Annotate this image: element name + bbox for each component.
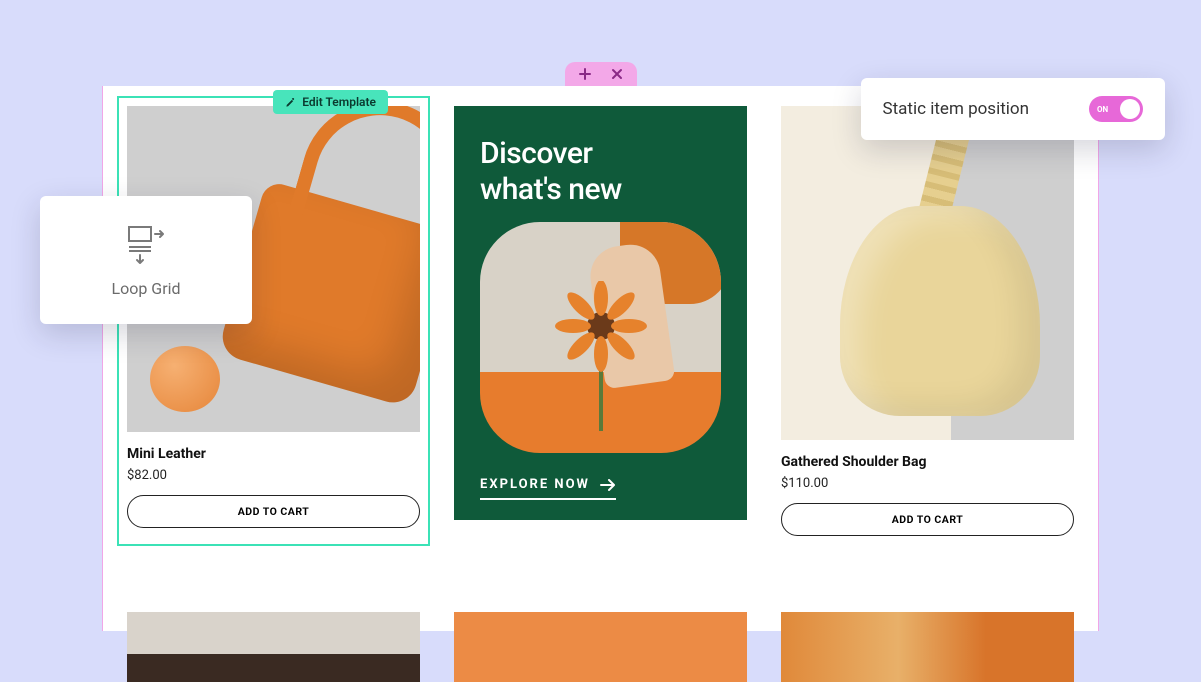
product-card[interactable]: Gathered Shoulder Bag $110.00 ADD TO CAR… (781, 106, 1074, 536)
flower-icon (546, 281, 656, 431)
feature-image (480, 222, 721, 453)
loop-grid-icon (123, 223, 169, 267)
editor-canvas: Edit Template Mini Leather $82.00 ADD TO… (102, 86, 1099, 631)
add-to-cart-button[interactable]: ADD TO CART (127, 495, 420, 528)
edit-template-label: Edit Template (302, 95, 376, 109)
product-price: $82.00 (127, 468, 420, 483)
static-item-position-panel: Static item position ON (861, 78, 1165, 140)
loop-grid-container: Edit Template Mini Leather $82.00 ADD TO… (127, 106, 1074, 611)
product-title: Mini Leather (127, 446, 420, 462)
product-title: Gathered Shoulder Bag (781, 454, 1074, 470)
add-section-icon[interactable] (579, 68, 591, 80)
static-position-toggle[interactable]: ON (1089, 96, 1143, 122)
section-handle[interactable] (565, 62, 637, 86)
static-feature-card[interactable]: Discover what's new (454, 106, 747, 520)
toggle-label: Static item position (883, 99, 1029, 119)
widget-label: Loop Grid (111, 279, 180, 298)
add-to-cart-button[interactable]: ADD TO CART (781, 503, 1074, 536)
product-card[interactable] (127, 612, 420, 682)
edit-template-button[interactable]: Edit Template (273, 90, 388, 114)
toggle-state-text: ON (1097, 105, 1108, 114)
pencil-icon (285, 97, 296, 108)
explore-label: EXPLORE NOW (480, 477, 590, 492)
close-section-icon[interactable] (611, 68, 623, 80)
explore-now-button[interactable]: EXPLORE NOW (480, 467, 616, 500)
loop-grid-widget[interactable]: Loop Grid (40, 196, 252, 324)
feature-headline: Discover what's new (480, 136, 721, 208)
product-price: $110.00 (781, 476, 1074, 491)
product-card[interactable] (454, 612, 747, 682)
toggle-knob (1120, 99, 1140, 119)
product-image (781, 106, 1074, 440)
arrow-right-icon (600, 479, 616, 491)
product-card[interactable] (781, 612, 1074, 682)
